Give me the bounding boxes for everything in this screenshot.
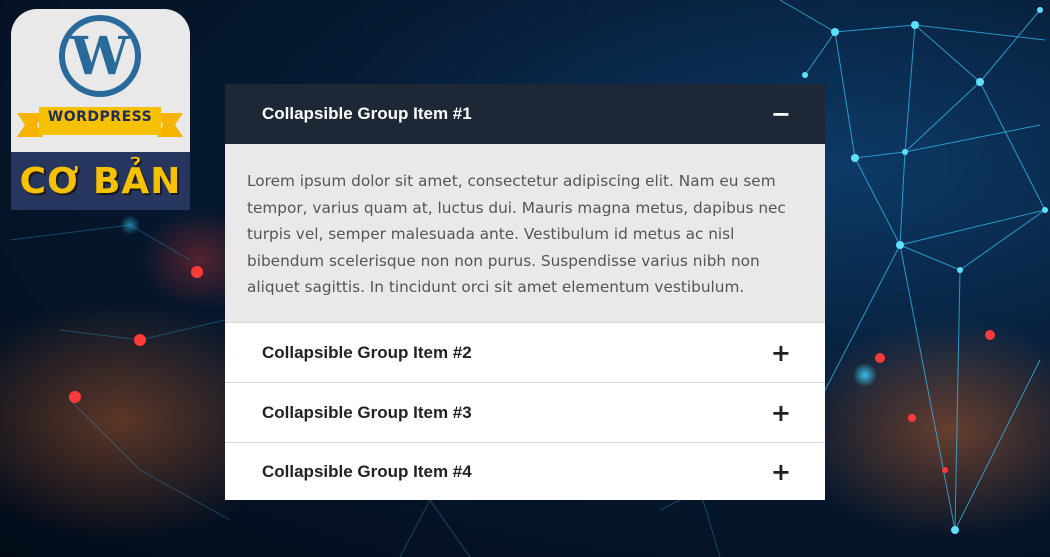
- wordpress-logo-icon: W: [59, 15, 141, 97]
- accordion-header-2[interactable]: Collapsible Group Item #2 +: [225, 322, 825, 382]
- plus-icon[interactable]: +: [771, 401, 791, 425]
- plus-icon[interactable]: +: [771, 460, 791, 484]
- accordion-title: Collapsible Group Item #1: [262, 104, 472, 123]
- accordion-header-1[interactable]: Collapsible Group Item #1 −: [225, 84, 825, 144]
- accordion: Collapsible Group Item #1 − Lorem ipsum …: [225, 84, 825, 500]
- wordpress-co-ban-logo: W WORDPRESS CƠ BẢN: [11, 9, 190, 210]
- logo-brand-text: WORDPRESS: [47, 109, 153, 125]
- logo-subtitle-band: CƠ BẢN: [11, 152, 190, 210]
- accordion-body-text: Lorem ipsum dolor sit amet, consectetur …: [247, 172, 786, 296]
- accordion-header-4[interactable]: Collapsible Group Item #4 +: [225, 442, 825, 500]
- plus-icon[interactable]: +: [771, 341, 791, 365]
- accordion-title: Collapsible Group Item #2: [262, 342, 472, 362]
- accordion-title: Collapsible Group Item #4: [262, 461, 472, 481]
- accordion-header-3[interactable]: Collapsible Group Item #3 +: [225, 382, 825, 442]
- logo-subtitle: CƠ BẢN: [19, 160, 182, 202]
- minus-icon[interactable]: −: [771, 102, 791, 126]
- accordion-panel-1: Lorem ipsum dolor sit amet, consectetur …: [225, 144, 825, 322]
- accordion-title: Collapsible Group Item #3: [262, 402, 472, 422]
